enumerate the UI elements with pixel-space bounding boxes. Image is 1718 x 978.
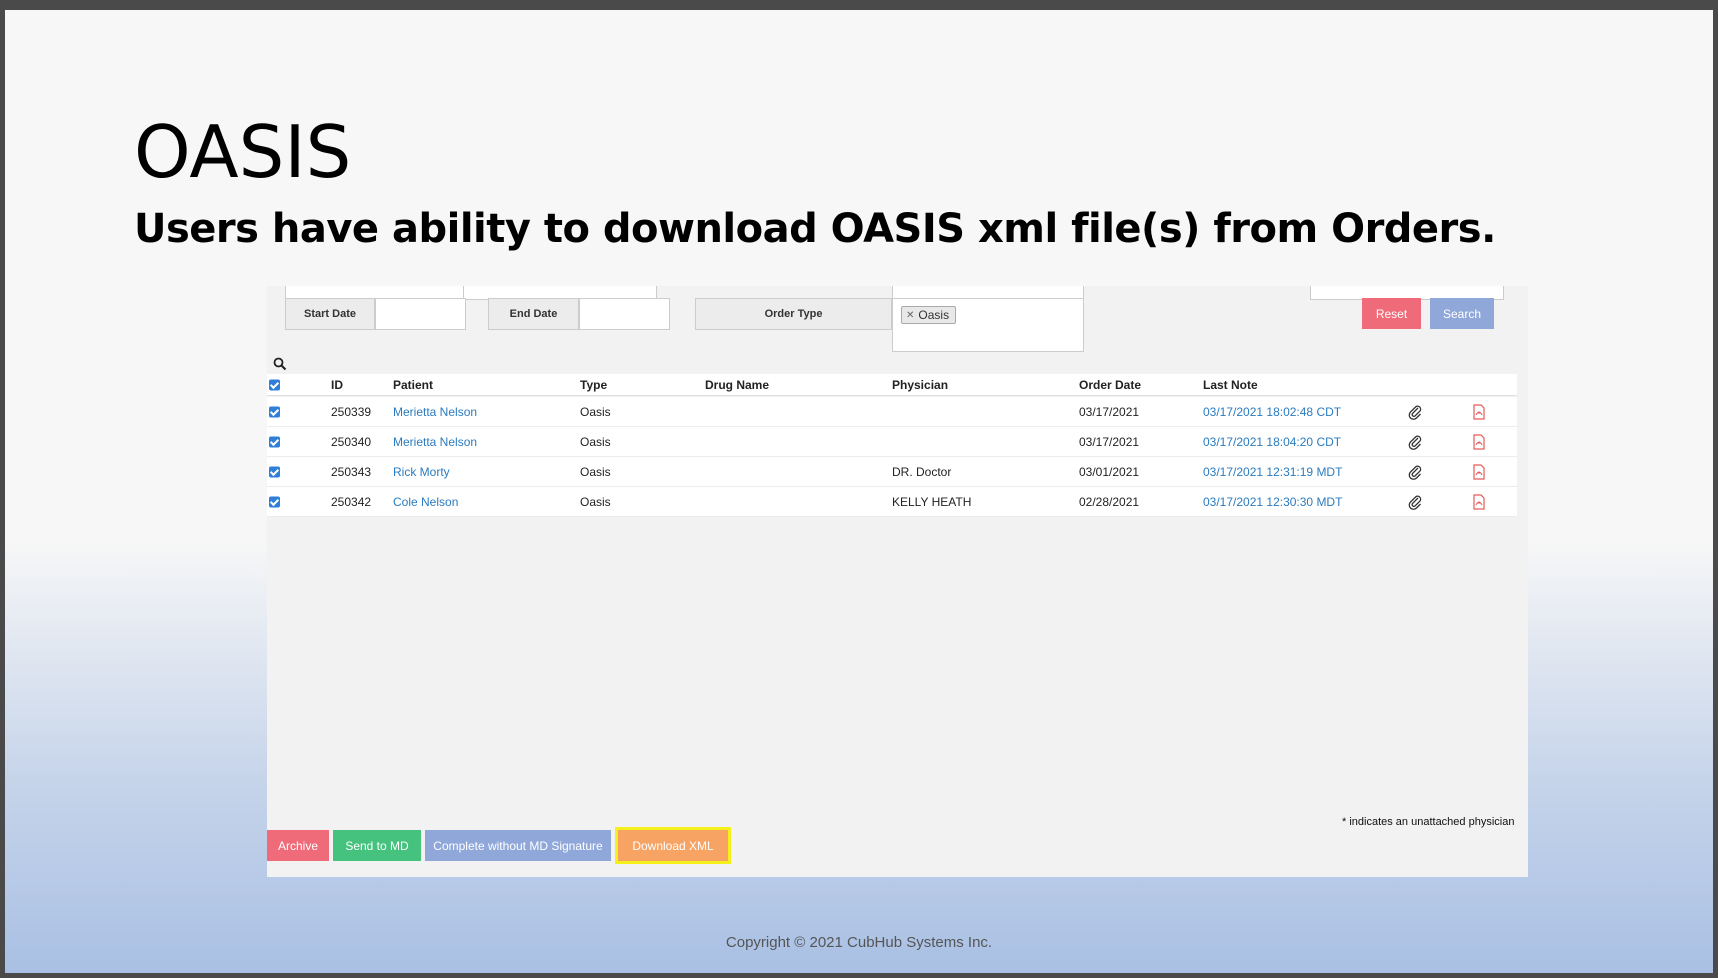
patient-link[interactable]: Merietta Nelson bbox=[393, 397, 477, 426]
send-to-md-button[interactable]: Send to MD bbox=[333, 830, 421, 861]
row-physician: DR. Doctor bbox=[892, 464, 952, 479]
row-id: 250339 bbox=[331, 404, 372, 419]
patient-link[interactable]: Merietta Nelson bbox=[393, 427, 477, 456]
attachment-icon[interactable] bbox=[1408, 434, 1422, 450]
row-id: 250342 bbox=[331, 494, 372, 509]
download-xml-button[interactable]: Download XML bbox=[615, 827, 731, 864]
order-type-label: Order Type bbox=[695, 298, 892, 330]
table-row[interactable]: 250342 Cole Nelson Oasis KELLY HEATH 02/… bbox=[267, 487, 1517, 517]
unattached-physician-note: * indicates an unattached physician bbox=[1342, 816, 1515, 828]
order-type-select[interactable]: ✕ Oasis bbox=[892, 298, 1084, 352]
table-row[interactable]: 250339 Merietta Nelson Oasis 03/17/2021 … bbox=[267, 397, 1517, 427]
attachment-icon[interactable] bbox=[1408, 404, 1422, 420]
row-type: Oasis bbox=[580, 494, 611, 509]
pdf-icon[interactable] bbox=[1472, 493, 1486, 510]
table-header: ID Patient Type Drug Name Physician Orde… bbox=[267, 374, 1517, 396]
end-date-label: End Date bbox=[488, 298, 579, 330]
pdf-icon[interactable] bbox=[1472, 433, 1486, 450]
patient-link[interactable]: Rick Morty bbox=[393, 457, 450, 486]
col-physician[interactable]: Physician bbox=[892, 374, 948, 395]
row-order-date: 02/28/2021 bbox=[1079, 494, 1140, 509]
row-type: Oasis bbox=[580, 404, 611, 419]
row-order-date: 03/17/2021 bbox=[1079, 434, 1140, 449]
start-date-label: Start Date bbox=[285, 298, 375, 330]
col-type[interactable]: Type bbox=[580, 374, 607, 395]
table-row[interactable]: 250343 Rick Morty Oasis DR. Doctor 03/01… bbox=[267, 457, 1517, 487]
search-icon[interactable] bbox=[273, 357, 287, 371]
order-type-tag[interactable]: ✕ Oasis bbox=[901, 306, 957, 324]
table-row[interactable]: 250340 Merietta Nelson Oasis 03/17/2021 … bbox=[267, 427, 1517, 457]
row-id: 250343 bbox=[331, 464, 372, 479]
order-type-tag-label: Oasis bbox=[918, 308, 950, 322]
search-button[interactable]: Search bbox=[1430, 298, 1494, 329]
slide-subtitle: Users have ability to download OASIS xml… bbox=[134, 206, 1496, 252]
col-last-note[interactable]: Last Note bbox=[1203, 374, 1258, 395]
select-all-checkbox[interactable] bbox=[269, 379, 280, 390]
row-type: Oasis bbox=[580, 434, 611, 449]
patient-link[interactable]: Cole Nelson bbox=[393, 487, 458, 516]
copyright-footer: Copyright © 2021 CubHub Systems Inc. bbox=[725, 934, 993, 951]
row-id: 250340 bbox=[331, 434, 372, 449]
last-note-link[interactable]: 03/17/2021 18:04:20 CDT bbox=[1203, 427, 1341, 456]
row-physician: KELLY HEATH bbox=[892, 494, 972, 509]
cropped-status-bar bbox=[267, 868, 1528, 877]
row-checkbox[interactable] bbox=[269, 496, 280, 507]
slide: OASIS Users have ability to download OAS… bbox=[5, 10, 1713, 973]
attachment-icon[interactable] bbox=[1408, 464, 1422, 480]
col-order-date[interactable]: Order Date bbox=[1079, 374, 1141, 395]
pdf-icon[interactable] bbox=[1472, 463, 1486, 480]
col-drug-name[interactable]: Drug Name bbox=[705, 374, 769, 395]
last-note-link[interactable]: 03/17/2021 18:02:48 CDT bbox=[1203, 397, 1341, 426]
last-note-link[interactable]: 03/17/2021 12:31:19 MDT bbox=[1203, 457, 1342, 486]
row-checkbox[interactable] bbox=[269, 436, 280, 447]
archive-button[interactable]: Archive bbox=[267, 830, 329, 861]
col-patient[interactable]: Patient bbox=[393, 374, 433, 395]
col-id[interactable]: ID bbox=[331, 374, 343, 395]
pdf-icon[interactable] bbox=[1472, 403, 1486, 420]
row-order-date: 03/01/2021 bbox=[1079, 464, 1140, 479]
slide-title: OASIS bbox=[134, 110, 352, 194]
row-checkbox[interactable] bbox=[269, 466, 280, 477]
attachment-icon[interactable] bbox=[1408, 494, 1422, 510]
start-date-input[interactable] bbox=[375, 298, 466, 330]
end-date-input[interactable] bbox=[579, 298, 670, 330]
row-checkbox[interactable] bbox=[269, 406, 280, 417]
reset-button[interactable]: Reset bbox=[1362, 298, 1421, 329]
row-order-date: 03/17/2021 bbox=[1079, 404, 1140, 419]
last-note-link[interactable]: 03/17/2021 12:30:30 MDT bbox=[1203, 487, 1342, 516]
remove-tag-icon[interactable]: ✕ bbox=[906, 310, 914, 321]
orders-screenshot: Start Date End Date Order Type ✕ Oasis R… bbox=[267, 286, 1528, 877]
complete-without-signature-button[interactable]: Complete without MD Signature bbox=[425, 830, 611, 861]
row-type: Oasis bbox=[580, 464, 611, 479]
